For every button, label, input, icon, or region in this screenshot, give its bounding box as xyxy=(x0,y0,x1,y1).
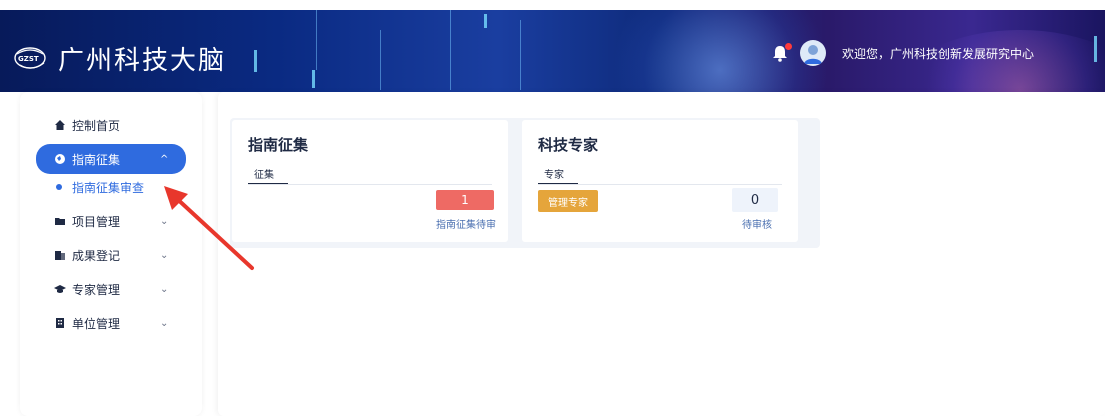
mortarboard-icon xyxy=(54,283,66,295)
app-title: 广州科技大脑 xyxy=(58,46,227,76)
header-decoration xyxy=(254,50,257,72)
sidebar-item-label: 单位管理 xyxy=(72,316,121,331)
sidebar-item-label: 控制首页 xyxy=(72,118,121,133)
header-decoration xyxy=(312,70,315,88)
sidebar-item-label: 成果登记 xyxy=(72,248,121,263)
bell-icon[interactable] xyxy=(770,43,792,63)
bullet-icon xyxy=(56,184,62,190)
app-root: GZST 广州科技大脑 欢迎您，广州科技创新发展研究中心 控制首页 指南征集 ^… xyxy=(0,0,1105,416)
sidebar-subitem-guide-review[interactable]: 指南征集审查 xyxy=(20,176,202,198)
svg-text:GZST: GZST xyxy=(18,55,39,63)
sidebar-item-achievement-registration[interactable]: 成果登记 ⌄ xyxy=(20,240,202,270)
header-decoration xyxy=(484,14,487,28)
sidebar-item-expert-management[interactable]: 专家管理 ⌄ xyxy=(20,274,202,304)
sidebar-item-project-management[interactable]: 项目管理 ⌄ xyxy=(20,206,202,236)
pending-guide-count[interactable]: 1 xyxy=(436,190,494,210)
sidebar-subitem-label: 指南征集审查 xyxy=(72,180,145,195)
pending-review-label: 待审核 xyxy=(742,220,772,231)
home-icon xyxy=(54,119,66,131)
card-guide-collection: 指南征集 征集 1 指南征集待审 xyxy=(232,120,508,242)
sidebar-item-label: 指南征集 xyxy=(72,152,121,167)
sidebar: 控制首页 指南征集 ^ 指南征集审查 项目管理 ⌄ 成果登记 ⌄ 专家管理 ⌄ … xyxy=(20,92,202,416)
header-decoration xyxy=(450,10,451,90)
sidebar-item-unit-management[interactable]: 单位管理 ⌄ xyxy=(20,308,202,338)
user-area: 欢迎您，广州科技创新发展研究中心 xyxy=(770,40,1034,66)
header-decoration xyxy=(1094,36,1097,62)
chevron-down-icon: ⌄ xyxy=(160,215,169,227)
header-decoration xyxy=(520,20,521,90)
main-content: 指南征集 征集 1 指南征集待审 科技专家 专家 管理专家 0 待审核 xyxy=(218,92,1105,416)
chevron-down-icon: ⌄ xyxy=(160,283,169,295)
sidebar-item-label: 项目管理 xyxy=(72,214,121,229)
tab-divider xyxy=(248,184,492,185)
document-icon xyxy=(54,249,66,261)
globe-icon xyxy=(54,153,66,165)
gzst-logo-icon: GZST xyxy=(14,46,50,72)
folder-icon xyxy=(54,215,66,227)
manage-experts-button[interactable]: 管理专家 xyxy=(538,190,598,212)
welcome-text[interactable]: 欢迎您，广州科技创新发展研究中心 xyxy=(842,45,1034,62)
top-header: GZST 广州科技大脑 欢迎您，广州科技创新发展研究中心 xyxy=(0,10,1105,92)
chevron-up-icon: ^ xyxy=(160,153,169,165)
sidebar-item-dashboard[interactable]: 控制首页 xyxy=(20,110,202,140)
app-logo[interactable]: GZST 广州科技大脑 xyxy=(14,40,226,77)
building-icon xyxy=(54,317,66,329)
card-tech-experts: 科技专家 专家 管理专家 0 待审核 xyxy=(522,120,798,242)
header-decoration xyxy=(380,30,381,90)
dashboard-cards: 指南征集 征集 1 指南征集待审 科技专家 专家 管理专家 0 待审核 xyxy=(230,118,820,248)
sidebar-item-guide-collection[interactable]: 指南征集 ^ xyxy=(36,144,186,174)
header-decoration xyxy=(316,10,317,70)
sidebar-item-label: 专家管理 xyxy=(72,282,121,297)
card-title: 指南征集 xyxy=(248,136,309,154)
notification-dot xyxy=(785,43,792,50)
tab-divider xyxy=(538,184,782,185)
card-title: 科技专家 xyxy=(538,136,599,154)
pending-review-count[interactable]: 0 xyxy=(732,188,778,212)
chevron-down-icon: ⌄ xyxy=(160,317,169,329)
chevron-down-icon: ⌄ xyxy=(160,249,169,261)
user-avatar-icon[interactable] xyxy=(800,40,826,66)
pending-guide-label: 指南征集待审 xyxy=(436,220,496,231)
